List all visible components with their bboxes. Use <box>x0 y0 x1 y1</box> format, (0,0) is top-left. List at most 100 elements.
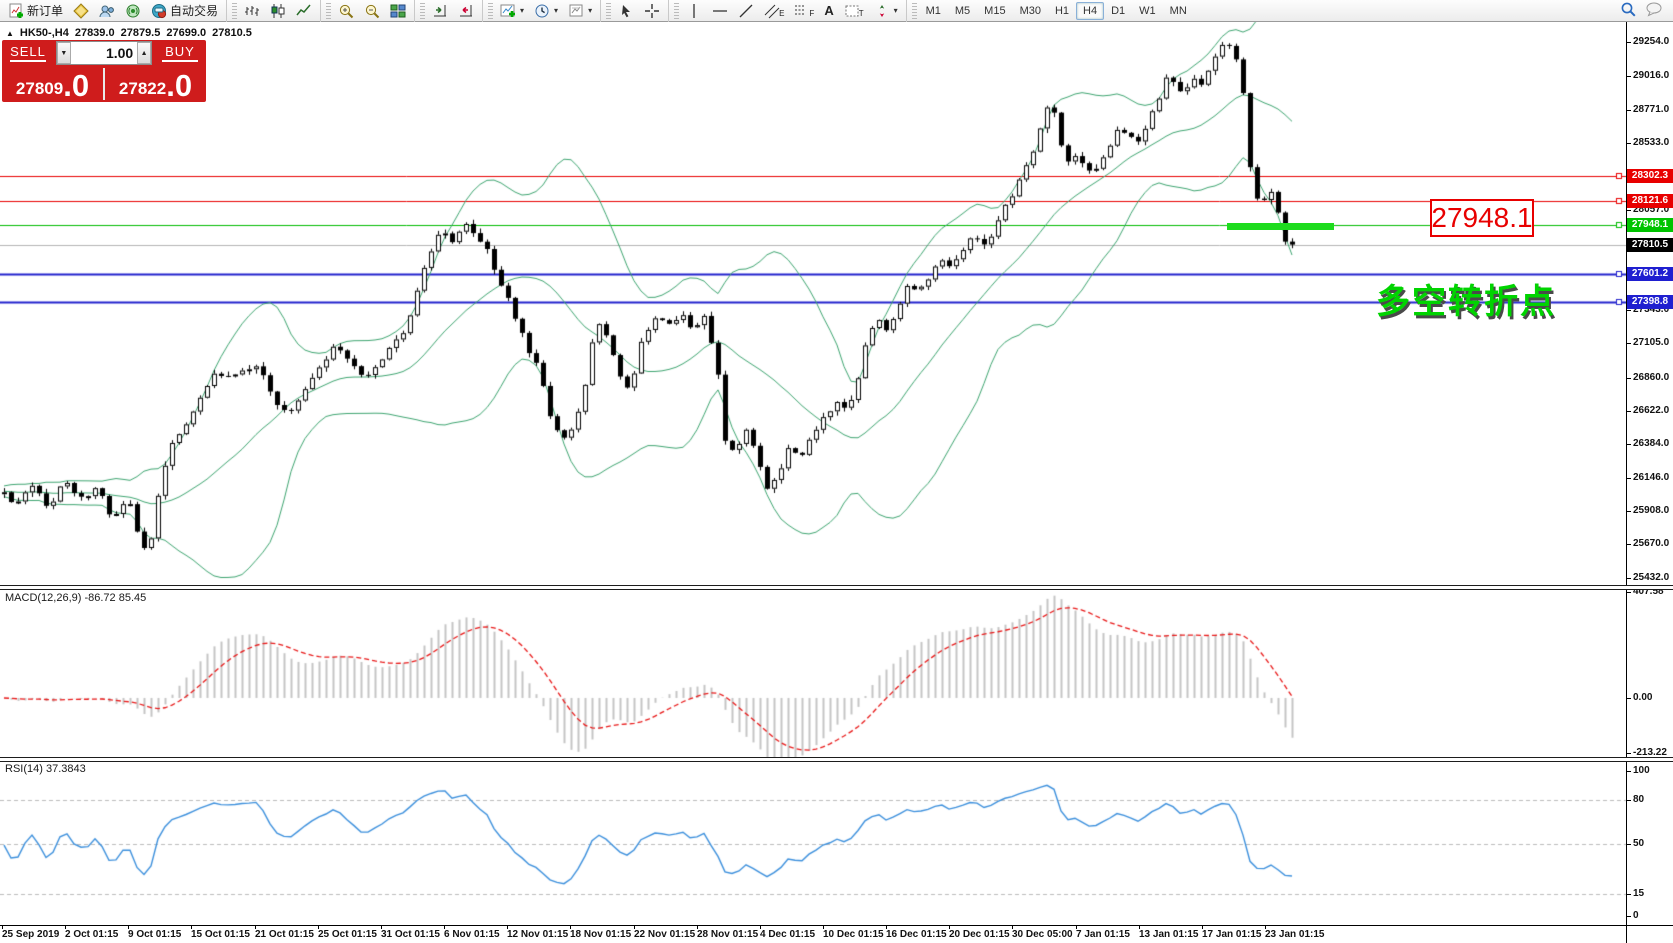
time-tick-mark <box>760 925 761 929</box>
group-grip[interactable] <box>326 3 331 19</box>
time-tick-label[interactable]: 20 Dec 01:15 <box>949 929 1010 940</box>
data-window-button[interactable] <box>94 1 120 21</box>
text-button[interactable]: A <box>819 1 838 21</box>
new-order-icon <box>8 3 24 19</box>
time-tick-label[interactable]: 10 Dec 01:15 <box>823 929 884 940</box>
trend-icon <box>738 3 754 19</box>
time-tick-mark <box>949 925 950 929</box>
fibonacci-button[interactable]: F <box>789 1 819 21</box>
shift-offset-icon <box>458 3 474 19</box>
arrows-button-caret[interactable]: ▾ <box>894 6 898 15</box>
time-tick-label[interactable]: 21 Oct 01:15 <box>255 929 314 940</box>
chart-shift-button[interactable] <box>453 1 479 21</box>
volume-increase-button[interactable]: ▲ <box>137 42 151 64</box>
time-tick-label[interactable]: 9 Oct 01:15 <box>128 929 181 940</box>
tf-d1-button[interactable]: D1 <box>1104 2 1132 20</box>
rsi-chart-canvas[interactable] <box>0 762 1626 925</box>
group-grip[interactable] <box>912 3 917 19</box>
zoom-out-button[interactable] <box>359 1 385 21</box>
group-grip[interactable] <box>420 3 425 19</box>
indicators-button[interactable]: ▾ <box>495 1 529 21</box>
price-annotation-box[interactable]: 27948.1 <box>1430 199 1534 237</box>
group-grip[interactable] <box>488 3 493 19</box>
candlestick-button[interactable] <box>265 1 291 21</box>
horizontal-line-button[interactable] <box>707 1 733 21</box>
toolbar-group-insert: ▾ ▾ ▾ <box>482 0 600 22</box>
time-tick-mark <box>507 925 508 929</box>
templates-button[interactable]: ▾ <box>563 1 597 21</box>
time-tick-label[interactable]: 22 Nov 01:15 <box>634 929 695 940</box>
indicators-button-caret[interactable]: ▾ <box>520 6 524 15</box>
sell-button[interactable]: SELL <box>2 40 54 66</box>
sell-button-label: SELL <box>10 44 46 59</box>
group-grip[interactable] <box>606 3 611 19</box>
marketwatch-button[interactable] <box>68 1 94 21</box>
sell-price[interactable]: 27809 .0 <box>2 66 103 102</box>
bar-chart-button[interactable] <box>239 1 265 21</box>
fibo-icon <box>794 3 810 19</box>
periods-button-caret[interactable]: ▾ <box>554 6 558 15</box>
pane-separator-macd[interactable] <box>0 585 1673 590</box>
volume-input[interactable] <box>71 42 137 64</box>
tile-windows-button[interactable] <box>385 1 411 21</box>
zoom-in-button[interactable] <box>333 1 359 21</box>
macd-chart-canvas[interactable] <box>0 590 1626 757</box>
cn-annotation-text[interactable]: 多空转折点 <box>1376 274 1556 323</box>
tf-m5-button[interactable]: M5 <box>948 2 977 20</box>
search-icon[interactable] <box>1620 1 1637 21</box>
periods-button[interactable]: ▾ <box>529 1 563 21</box>
arrows-button[interactable]: ▾ <box>869 1 903 21</box>
chat-icon[interactable] <box>1645 1 1663 20</box>
volume-decrease-button[interactable]: ▼ <box>57 42 71 64</box>
time-tick-label[interactable]: 16 Dec 01:15 <box>886 929 947 940</box>
pointer-icon <box>618 3 634 19</box>
buy-button[interactable]: BUY <box>154 40 206 66</box>
vertical-line-button[interactable] <box>681 1 707 21</box>
collapse-triangle-icon[interactable]: ▲ <box>6 29 14 38</box>
group-grip[interactable] <box>232 3 237 19</box>
pane-separator-rsi[interactable] <box>0 757 1673 762</box>
time-tick-label[interactable]: 12 Nov 01:15 <box>507 929 568 940</box>
zoom-out-icon <box>364 3 380 19</box>
time-tick-label[interactable]: 25 Sep 2019 <box>2 929 59 940</box>
tf-m1-button[interactable]: M1 <box>919 2 948 20</box>
tf-m15-button[interactable]: M15 <box>977 2 1012 20</box>
time-tick-label[interactable]: 6 Nov 01:15 <box>444 929 500 940</box>
price-level-badge: 28121.6 <box>1627 194 1673 208</box>
time-tick-label[interactable]: 13 Jan 01:15 <box>1139 929 1199 940</box>
time-tick-label[interactable]: 7 Jan 01:15 <box>1076 929 1130 940</box>
trendline-button[interactable] <box>733 1 759 21</box>
tf-h1-button[interactable]: H1 <box>1048 2 1076 20</box>
highlight-trendline[interactable] <box>1227 223 1334 230</box>
time-tick-label[interactable]: 18 Nov 01:15 <box>570 929 631 940</box>
time-tick-label[interactable]: 17 Jan 01:15 <box>1202 929 1262 940</box>
time-tick-label[interactable]: 2 Oct 01:15 <box>65 929 118 940</box>
time-tick-label[interactable]: 15 Oct 01:15 <box>191 929 250 940</box>
time-tick-label[interactable]: 4 Dec 01:15 <box>760 929 815 940</box>
pointer-button[interactable] <box>613 1 639 21</box>
indicators-icon <box>500 3 516 19</box>
tf-mn-button[interactable]: MN <box>1163 2 1194 20</box>
signals-button[interactable] <box>120 1 146 21</box>
tf-h4-button[interactable]: H4 <box>1076 2 1104 20</box>
time-tick-label[interactable]: 31 Oct 01:15 <box>381 929 440 940</box>
auto-trading-button[interactable]: 自动交易 <box>146 1 223 21</box>
buy-price[interactable]: 27822 .0 <box>105 66 206 102</box>
templates-button-caret[interactable]: ▾ <box>588 6 592 15</box>
price-level-badge: 27398.8 <box>1627 295 1673 309</box>
tf-m30-button[interactable]: M30 <box>1013 2 1048 20</box>
time-axis-border <box>0 925 1673 926</box>
text-label-button[interactable]: T <box>839 1 869 21</box>
group-grip[interactable] <box>674 3 679 19</box>
channel-button[interactable]: E <box>759 1 789 21</box>
time-tick-label[interactable]: 30 Dec 05:00 <box>1012 929 1073 940</box>
new-order-button[interactable]: 新订单 <box>3 1 68 21</box>
time-tick-label[interactable]: 25 Oct 01:15 <box>318 929 377 940</box>
time-tick-label[interactable]: 28 Nov 01:15 <box>697 929 758 940</box>
time-tick-label[interactable]: 23 Jan 01:15 <box>1265 929 1325 940</box>
tf-w1-button[interactable]: W1 <box>1132 2 1163 20</box>
line-chart-button[interactable] <box>291 1 317 21</box>
auto-scroll-button[interactable] <box>427 1 453 21</box>
crosshair-button[interactable] <box>639 1 665 21</box>
time-tick-mark <box>1265 925 1266 929</box>
